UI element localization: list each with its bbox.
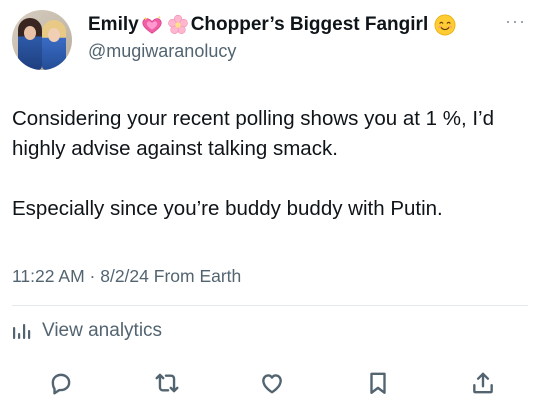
smiling-face-icon	[434, 14, 456, 36]
like-icon[interactable]	[259, 370, 285, 396]
tweet-text: Considering your recent polling shows yo…	[12, 104, 532, 224]
bookmark-icon[interactable]	[365, 370, 391, 396]
user-handle[interactable]: @mugiwaranolucy	[88, 41, 236, 62]
analytics-icon	[13, 324, 31, 339]
view-analytics-label[interactable]: View analytics	[42, 320, 162, 342]
more-options-icon[interactable]: ···	[505, 12, 526, 30]
view-analytics-link[interactable]: View analytics	[12, 320, 162, 342]
share-icon[interactable]	[470, 370, 496, 396]
display-name-second[interactable]: Chopper’s Biggest Fangirl	[191, 14, 429, 36]
avatar[interactable]	[12, 10, 72, 70]
tweet-header: Emily Chopper’s Biggest Fangirl @mugiwar…	[10, 8, 530, 74]
reply-icon[interactable]	[48, 370, 74, 396]
tweet-date[interactable]: 8/2/24	[100, 266, 149, 286]
tweet-paragraph-1: Considering your recent polling shows yo…	[12, 107, 495, 160]
retweet-icon[interactable]	[154, 370, 180, 396]
divider	[12, 305, 528, 306]
tweet-time[interactable]: 11:22 AM	[12, 266, 85, 286]
tweet-paragraph-2: Especially since you’re buddy buddy with…	[12, 197, 443, 220]
display-name-first[interactable]: Emily	[88, 14, 139, 36]
action-bar	[48, 369, 496, 397]
tweet-source: From Earth	[153, 266, 242, 286]
display-name-row[interactable]: Emily Chopper’s Biggest Fangirl	[88, 14, 458, 36]
tweet-meta: 11:22 AM · 8/2/24 From Earth	[12, 266, 241, 287]
meta-separator: ·	[89, 266, 96, 286]
cherry-blossom-icon	[167, 14, 189, 36]
sparkling-heart-icon	[141, 14, 163, 36]
